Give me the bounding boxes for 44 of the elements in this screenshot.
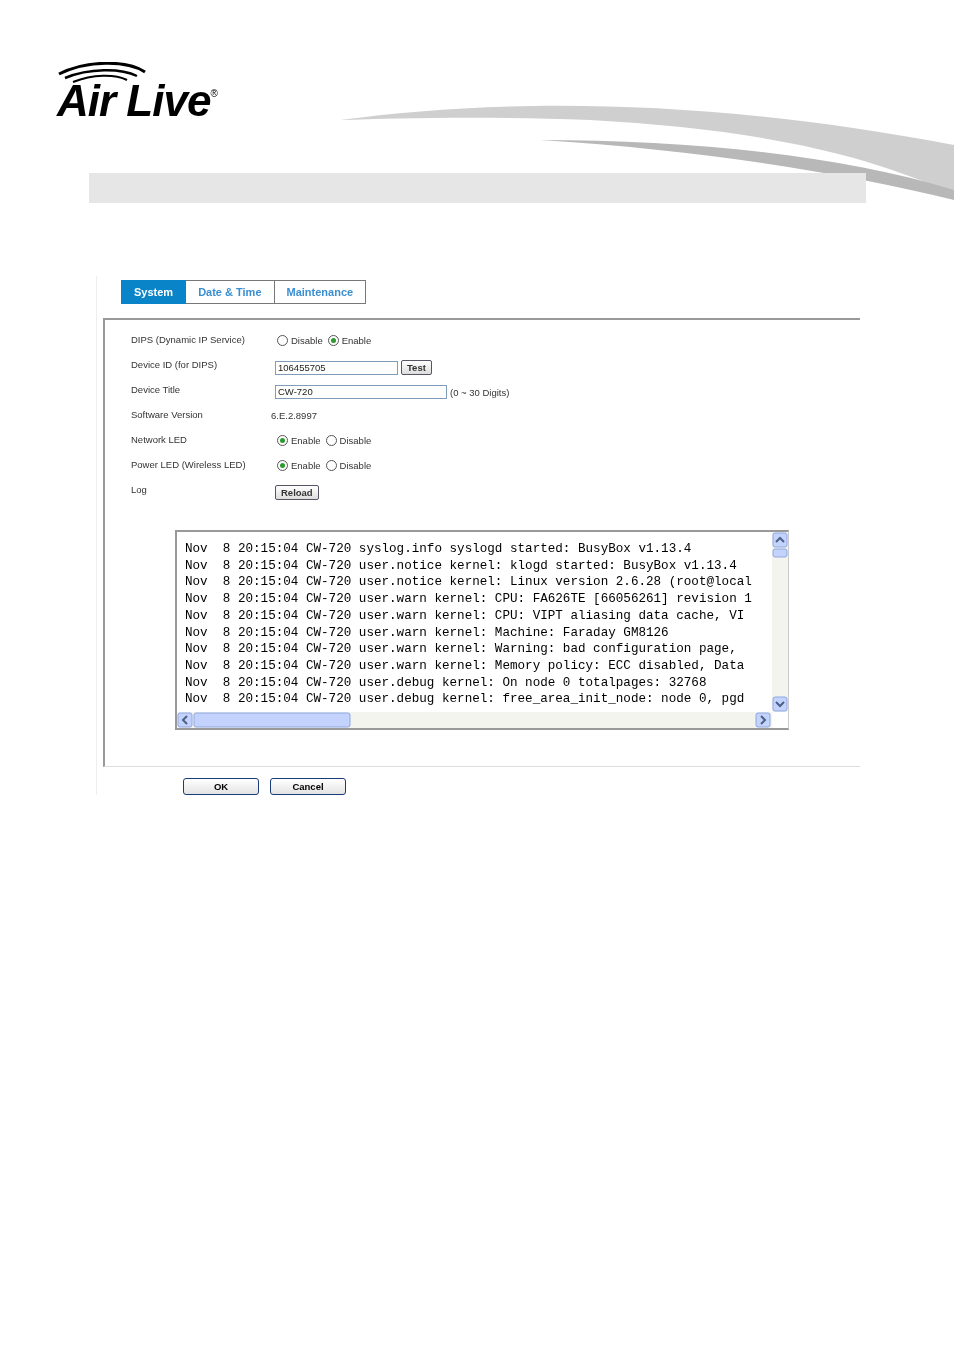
field-label: Power LED (Wireless LED) [131,458,247,470]
radio-label: Disable [291,335,323,346]
test-button[interactable]: Test [401,360,432,375]
horizontal-scrollbar[interactable] [177,712,772,728]
radio-button[interactable] [327,335,339,346]
radio-button[interactable] [277,460,288,471]
reload-button[interactable]: Reload [275,485,319,500]
text-field[interactable]: 106455705 [275,360,398,375]
dialog-button[interactable]: Cancel [270,778,346,795]
radio-label: Disable [339,460,372,471]
log-line: Nov 8 20:15:04 CW-720 user.debug kernel: On node 0 totalpages: 32768 [185,674,708,692]
radio-label: Enable [291,460,321,471]
log-line: Nov 8 20:15:04 CW-720 user.warn kernel: Memory policy: ECC disabled, Data [185,657,746,675]
log-line: Nov 8 20:15:04 CW-720 user.notice kernel: klogd started: BusyBox v1.13.4 [185,557,738,575]
dialog-button[interactable]: OK [183,778,259,795]
log-line: Nov 8 20:15:04 CW-720 user.warn kernel: Warning: bad configuration page, [185,641,738,658]
field-label: Log [131,483,148,495]
field-label: DIPS (Dynamic IP Service) [131,333,246,345]
version-value: 6.E.2.8997 [271,410,317,421]
radio-button[interactable] [325,435,337,446]
log-textarea[interactable] [175,530,789,730]
radio-label: Enable [341,335,372,346]
text-field[interactable]: CW-720 [275,385,447,399]
log-line: Nov 8 20:15:04 CW-720 user.warn kernel: CPU: VIPT aliasing data cache, VI [185,607,746,625]
registered-mark: ® [210,88,218,99]
radio-button[interactable] [325,460,337,471]
logo-text: Air Live [57,76,211,126]
field-label: Device ID (for DIPS) [131,358,219,370]
signal-waves-icon [57,62,147,84]
radio-button[interactable] [277,435,288,446]
log-line: Nov 8 20:15:04 CW-720 user.warn kernel: Machine: Faraday GM8126 [185,624,670,642]
tab[interactable]: Maintenance [274,280,367,304]
field-hint: (0 ~ 30 Digits) [450,386,510,398]
tab[interactable]: System [121,280,187,304]
radio-label: Disable [339,435,372,446]
field-label: Network LED [131,433,188,445]
radio-button[interactable] [277,335,288,346]
log-line: Nov 8 20:15:04 CW-720 syslog.info syslogd started: BusyBox v1.13.4 [185,541,693,558]
log-line: Nov 8 20:15:04 CW-720 user.warn kernel: CPU: FA626TE [66056261] revision 1 [185,591,753,608]
vertical-scrollbar[interactable] [772,532,788,712]
field-label: Device Title [131,383,182,395]
log-line: Nov 8 20:15:04 CW-720 user.debug kernel: free_area_init_node: node 0, pgd [185,691,746,709]
radio-label: Enable [291,435,321,446]
log-line: Nov 8 20:15:04 CW-720 user.notice kernel: Linux version 2.6.28 (root@local [185,574,753,592]
